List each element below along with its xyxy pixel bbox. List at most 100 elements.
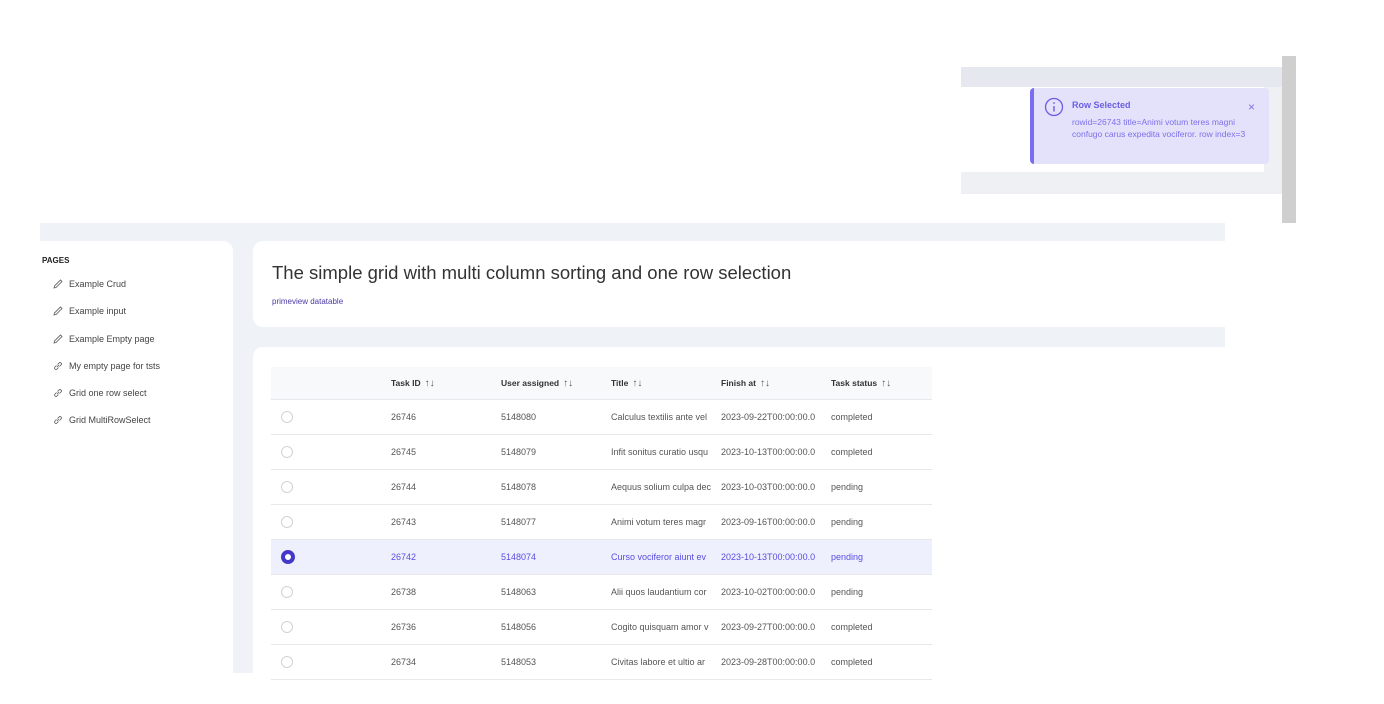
column-header-finish-at[interactable]: Finish at ↑↓ bbox=[721, 367, 831, 400]
cell-user: 5148079 bbox=[501, 434, 611, 470]
column-header-label: Finish at bbox=[721, 377, 756, 388]
column-header-task-status[interactable]: Task status ↑↓ bbox=[831, 367, 932, 400]
datatable-card: Task ID ↑↓ User assigned ↑↓ Title ↑↓ Finish… bbox=[253, 347, 1225, 680]
sidebar-item-label: Example input bbox=[69, 306, 127, 316]
link-icon bbox=[54, 416, 62, 424]
table-row[interactable]: 26743 5148077 Animi votum teres magr 202… bbox=[271, 504, 932, 540]
sidebar-item-grid-one-row-select[interactable]: Grid one row select bbox=[53, 388, 147, 398]
row-radio-button[interactable] bbox=[281, 411, 293, 423]
link-icon bbox=[54, 362, 62, 370]
cell-title: Infit sonitus curatio usqu bbox=[611, 434, 721, 470]
cell-title: Aequus solium culpa dec bbox=[611, 469, 721, 505]
cell-finish: 2023-09-27T00:00:00.0 bbox=[721, 609, 831, 645]
cell-task-id: 26742 bbox=[391, 539, 501, 575]
close-icon[interactable]: × bbox=[1248, 100, 1255, 114]
column-header-user-assigned[interactable]: User assigned ↑↓ bbox=[501, 367, 611, 400]
pencil-icon bbox=[53, 306, 63, 316]
cell-finish: 2023-10-02T00:00:00.0 bbox=[721, 574, 831, 610]
page-title: The simple grid with multi column sortin… bbox=[272, 262, 792, 283]
cell-task-id: 26738 bbox=[391, 574, 501, 610]
row-select-cell bbox=[271, 469, 391, 505]
cell-task-id: 26746 bbox=[391, 399, 501, 435]
cell-finish: 2023-09-16T00:00:00.0 bbox=[721, 504, 831, 540]
sidebar-section-label: PAGES bbox=[42, 256, 70, 265]
page-header-card: The simple grid with multi column sortin… bbox=[253, 241, 1225, 327]
cell-finish: 2023-09-28T00:00:00.0 bbox=[721, 644, 831, 680]
table-header-row: Task ID ↑↓ User assigned ↑↓ Title ↑↓ Finish… bbox=[271, 367, 932, 400]
row-radio-button[interactable] bbox=[281, 516, 293, 528]
datatable: Task ID ↑↓ User assigned ↑↓ Title ↑↓ Finish… bbox=[271, 367, 932, 680]
info-icon bbox=[1044, 97, 1064, 117]
column-header-task-id[interactable]: Task ID ↑↓ bbox=[391, 367, 501, 400]
row-radio-button[interactable] bbox=[281, 621, 293, 633]
cell-title: Curso vociferor aiunt ev bbox=[611, 539, 721, 575]
sidebar-item-label: Example Crud bbox=[69, 279, 127, 289]
cell-status: completed bbox=[831, 609, 932, 645]
cell-user: 5148063 bbox=[501, 574, 611, 610]
column-header-label: Title bbox=[611, 377, 629, 388]
row-select-cell bbox=[271, 609, 391, 645]
sidebar-item-grid-multirowselect[interactable]: Grid MultiRowSelect bbox=[53, 415, 151, 425]
cell-finish: 2023-10-13T00:00:00.0 bbox=[721, 539, 831, 575]
cell-finish: 2023-10-13T00:00:00.0 bbox=[721, 434, 831, 470]
scrollbar[interactable] bbox=[1282, 56, 1296, 223]
table-row[interactable]: 26736 5148056 Cogito quisquam amor v 202… bbox=[271, 609, 932, 645]
table-row[interactable]: 26745 5148079 Infit sonitus curatio usqu… bbox=[271, 434, 932, 470]
card-fragment-lower bbox=[961, 194, 1264, 224]
row-select-cell bbox=[271, 434, 391, 470]
cell-user: 5148078 bbox=[501, 469, 611, 505]
row-select-cell bbox=[271, 574, 391, 610]
sidebar-item-label: My empty page for tsts bbox=[69, 361, 161, 371]
sidebar-item-my-empty-page[interactable]: My empty page for tsts bbox=[53, 361, 160, 371]
column-header-label: Task status bbox=[831, 377, 878, 388]
cell-status: completed bbox=[831, 434, 932, 470]
table-row[interactable]: 26746 5148080 Calculus textilis ante vel… bbox=[271, 399, 932, 435]
row-radio-button[interactable] bbox=[281, 446, 293, 458]
row-select-cell bbox=[271, 539, 391, 575]
row-select-cell bbox=[271, 644, 391, 680]
sort-icon: ↑↓ bbox=[881, 377, 892, 389]
table-row[interactable]: 26734 5148053 Civitas labore et ultio ar… bbox=[271, 644, 932, 680]
cell-status: pending bbox=[831, 469, 932, 505]
row-radio-button[interactable] bbox=[281, 481, 293, 493]
pencil-icon bbox=[53, 334, 63, 344]
table-row[interactable]: 26738 5148063 Alii quos laudantium cor 2… bbox=[271, 574, 932, 610]
pencil-icon bbox=[53, 279, 63, 289]
cell-status: completed bbox=[831, 644, 932, 680]
sidebar-item-example-crud[interactable]: Example Crud bbox=[53, 279, 126, 289]
page-subtitle: primeview datatable bbox=[272, 297, 344, 306]
row-radio-button-selected[interactable] bbox=[281, 550, 295, 564]
table-row-selected[interactable]: 26742 5148074 Curso vociferor aiunt ev 2… bbox=[271, 539, 932, 575]
cell-title: Alii quos laudantium cor bbox=[611, 574, 721, 610]
column-header-label: Task ID bbox=[391, 377, 421, 388]
cell-task-id: 26745 bbox=[391, 434, 501, 470]
cell-title: Calculus textilis ante vel bbox=[611, 399, 721, 435]
cell-title: Cogito quisquam amor v bbox=[611, 609, 721, 645]
cell-user: 5148053 bbox=[501, 644, 611, 680]
sidebar-item-example-input[interactable]: Example input bbox=[53, 306, 126, 316]
sort-icon: ↑↓ bbox=[759, 377, 770, 389]
row-radio-button[interactable] bbox=[281, 586, 293, 598]
cell-finish: 2023-09-22T00:00:00.0 bbox=[721, 399, 831, 435]
row-select-cell bbox=[271, 399, 391, 435]
cell-title: Civitas labore et ultio ar bbox=[611, 644, 721, 680]
sidebar: PAGES Example Crud Example input Example… bbox=[40, 241, 233, 681]
cell-user: 5148080 bbox=[501, 399, 611, 435]
toast-detail: rowid=26743 title=Animi votum teres magn… bbox=[1072, 117, 1246, 139]
cell-status: completed bbox=[831, 399, 932, 435]
link-icon bbox=[54, 389, 62, 397]
cell-title: Animi votum teres magr bbox=[611, 504, 721, 540]
sort-icon: ↑↓ bbox=[424, 377, 435, 389]
sidebar-item-label: Grid MultiRowSelect bbox=[69, 415, 151, 425]
cell-user: 5148056 bbox=[501, 609, 611, 645]
sort-icon: ↑↓ bbox=[632, 377, 643, 389]
column-header-title[interactable]: Title ↑↓ bbox=[611, 367, 721, 400]
cell-user: 5148074 bbox=[501, 539, 611, 575]
sidebar-item-label: Example Empty page bbox=[69, 334, 155, 344]
sidebar-item-example-empty-page[interactable]: Example Empty page bbox=[53, 334, 155, 344]
row-radio-button[interactable] bbox=[281, 656, 293, 668]
table-row[interactable]: 26744 5148078 Aequus solium culpa dec 20… bbox=[271, 469, 932, 505]
sidebar-item-label: Grid one row select bbox=[69, 388, 147, 398]
column-header-label: User assigned bbox=[501, 377, 560, 388]
column-header-select bbox=[271, 367, 391, 400]
